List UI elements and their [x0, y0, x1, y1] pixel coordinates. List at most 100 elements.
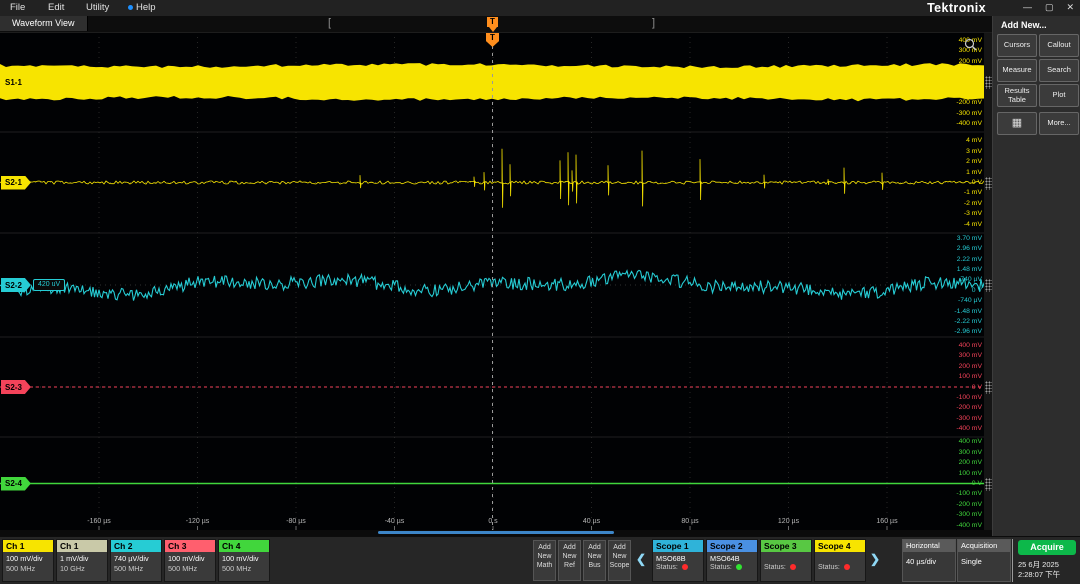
add-button-line: New	[584, 552, 605, 561]
window-left-bracket[interactable]: [	[328, 17, 331, 29]
menu-utility[interactable]: Utility	[86, 2, 109, 13]
channel-block-body: 100 mV/div500 MHz	[219, 552, 269, 574]
channel-block-header: Ch 3	[165, 540, 215, 552]
channel-block-ch-1-1[interactable]: Ch 1100 mV/div500 MHz	[2, 539, 54, 582]
add-new-bus-button[interactable]: AddNewBus	[583, 540, 606, 581]
horizontal-scroll-indicator[interactable]	[378, 531, 614, 534]
horizontal-panel[interactable]: Horizontal 40 µs/div	[902, 539, 956, 582]
x-axis-label: 120 µs	[778, 518, 799, 525]
channel-block-header: Ch 1	[57, 540, 107, 552]
channel-block-body: 740 µV/div500 MHz	[111, 552, 161, 574]
x-axis-label: 160 µs	[876, 518, 897, 525]
channel-block-ch-4-5[interactable]: Ch 4100 mV/div500 MHz	[218, 539, 270, 582]
scope-model-label	[815, 552, 865, 564]
add-new-button-label: Plot	[1053, 91, 1066, 99]
add-new-button-label: Measure	[1002, 66, 1031, 74]
row-handle-icon[interactable]	[985, 478, 992, 491]
add-new-results-table-button[interactable]: Results Table	[997, 84, 1037, 107]
add-button-line: Ref	[559, 561, 580, 570]
add-button-line: Bus	[584, 561, 605, 570]
menu-help[interactable]: Help	[128, 2, 156, 13]
tektronix-logo: Tektronix	[927, 1, 986, 15]
scope-block-scope-1[interactable]: Scope 1MSO68BStatus:	[652, 539, 704, 582]
add-new-ref-button[interactable]: AddNewRef	[558, 540, 581, 581]
scope-block-scope-4[interactable]: Scope 4Status:	[814, 539, 866, 582]
menu-label-utility: Utility	[86, 2, 109, 13]
maximize-button[interactable]: ▢	[1045, 2, 1054, 13]
add-new-math-button[interactable]: AddNewMath	[533, 540, 556, 581]
add-new-measure-button[interactable]: Measure	[997, 59, 1037, 82]
add-new-callout-button[interactable]: Callout	[1039, 34, 1079, 57]
minimize-button[interactable]: —	[1023, 2, 1032, 13]
bottom-bar-divider	[1012, 539, 1013, 582]
status-dot-icon	[790, 564, 796, 570]
scope-block-header: Scope 1	[653, 540, 703, 552]
date-label: 25 6月 2025	[1018, 560, 1060, 570]
scope-block-header: Scope 4	[815, 540, 865, 552]
time-label: 2:28:07 下午	[1018, 570, 1060, 580]
add-button-line: Scope	[609, 561, 630, 570]
channel-scale-value: 740 µV/div	[114, 554, 161, 564]
channel-badge-s2-4[interactable]: S2-4	[1, 477, 31, 491]
add-button-line: Add	[559, 543, 580, 552]
menu-edit[interactable]: Edit	[48, 2, 64, 13]
channel-badge-s2-2[interactable]: S2-2	[1, 278, 31, 292]
acquisition-panel[interactable]: Acquisition Single	[957, 539, 1011, 582]
add-button-line: New	[559, 552, 580, 561]
trigger-position-icon[interactable]: T	[487, 17, 498, 27]
add-new-scope-button[interactable]: AddNewScope	[608, 540, 631, 581]
scope-block-scope-3[interactable]: Scope 3Status:	[760, 539, 812, 582]
close-button[interactable]: ✕	[1066, 2, 1074, 13]
scope-status: Status:	[707, 564, 757, 571]
scope-model-label	[761, 552, 811, 564]
channel-block-body: 1 mV/div10 GHz	[57, 552, 107, 574]
scroll-left-chevron[interactable]: ❮	[636, 552, 646, 566]
scroll-right-chevron[interactable]: ❯	[870, 552, 880, 566]
window-right-bracket[interactable]: ]	[652, 17, 655, 29]
channel-badge-s2-1[interactable]: S2-1	[1, 176, 31, 190]
row-handle-icon[interactable]	[985, 177, 992, 190]
menu-label-edit: Edit	[48, 2, 64, 13]
row-handle-icon[interactable]	[985, 381, 992, 394]
scope-status: Status:	[653, 564, 703, 571]
add-button-line: Add	[534, 543, 555, 552]
add-button-line: New	[609, 552, 630, 561]
offset-badge-s2-2[interactable]: 420 uV	[33, 279, 65, 291]
tab-waveform-view[interactable]: Waveform View	[0, 16, 88, 31]
add-new-button-label: More...	[1047, 119, 1070, 127]
channel-badge-s2-3[interactable]: S2-3	[1, 380, 31, 394]
x-axis-label: -160 µs	[87, 518, 111, 525]
scope-block-scope-2[interactable]: Scope 2MSO64BStatus:	[706, 539, 758, 582]
channel-block-header: Ch 2	[111, 540, 161, 552]
acquisition-title: Acquisition	[958, 540, 1010, 552]
row-handle-icon[interactable]	[985, 76, 992, 89]
datetime-display: 25 6月 2025 2:28:07 下午	[1018, 560, 1060, 580]
add-new-search-button[interactable]: Search	[1039, 59, 1079, 82]
add-button-line: Math	[534, 561, 555, 570]
scope-model-label: MSO68B	[653, 552, 703, 564]
menu-label-help: Help	[136, 2, 156, 13]
add-button-line: New	[534, 552, 555, 561]
menu-label-file: File	[10, 2, 25, 13]
zoom-indicator-icon[interactable]	[964, 38, 978, 52]
channel-block-ch-3-4[interactable]: Ch 3100 mV/div500 MHz	[164, 539, 216, 582]
add-new-cursors-button[interactable]: Cursors	[997, 34, 1037, 57]
channel-block-ch-1-2[interactable]: Ch 11 mV/div10 GHz	[56, 539, 108, 582]
x-axis-label: 40 µs	[583, 518, 600, 525]
menu-file[interactable]: File	[10, 2, 25, 13]
channel-block-ch-2-3[interactable]: Ch 2740 µV/div500 MHz	[110, 539, 162, 582]
channel-badge-s1-1[interactable]: S1-1	[1, 75, 31, 89]
channel-scale-value: 100 mV/div	[6, 554, 53, 564]
status-dot-icon	[682, 564, 688, 570]
acquire-button[interactable]: Acquire	[1018, 540, 1076, 555]
waveform-plot[interactable]: T 400 mV300 mV200 mV100 mV0 V-100 mV-200…	[0, 32, 992, 536]
add-new-plot-button[interactable]: Plot	[1039, 84, 1079, 107]
row-handle-icon[interactable]	[985, 279, 992, 292]
help-status-icon	[128, 5, 133, 10]
channel-bandwidth-value: 500 MHz	[222, 564, 269, 574]
display-config-button[interactable]: ▦	[997, 112, 1037, 135]
add-new-more-button[interactable]: More...	[1039, 112, 1079, 135]
add-new-button-label: Cursors	[1004, 41, 1030, 49]
x-axis-label: -80 µs	[286, 518, 306, 525]
scope-block-header: Scope 3	[761, 540, 811, 552]
